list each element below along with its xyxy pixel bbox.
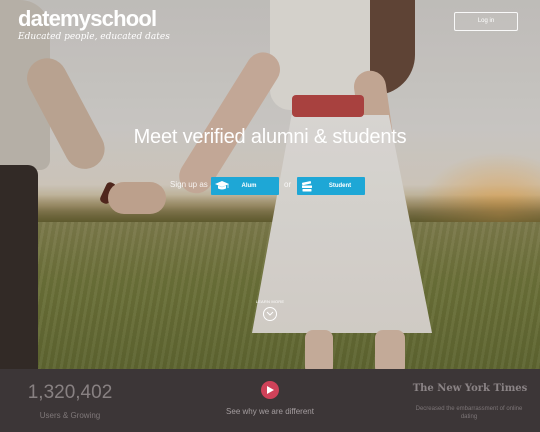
press-quote: Decreased the embarrassment of online da… [415,406,523,420]
signup-row: Sign up as Alum or Student [0,177,540,195]
video-play-button[interactable] [261,381,279,399]
signup-alum-button[interactable]: Alum [211,177,279,195]
or-label: or [284,180,292,189]
video-label[interactable]: See why we are different [200,407,340,416]
learn-more-label[interactable]: LEARN MORE [0,299,540,304]
signup-as-label: Sign up as [170,180,208,189]
user-count: 1,320,402 [27,382,113,403]
hero-headline: Meet verified alumni & students [133,126,407,148]
alum-label: Alum [241,183,257,189]
stats-bar: 1,320,402 Users & Growing See why we are… [0,369,540,432]
user-count-label: Users & Growing [39,411,101,420]
learn-more-button[interactable] [263,307,277,321]
signup-student-button[interactable]: Student [297,177,365,195]
logo[interactable]: datemyschool [18,6,157,32]
login-button[interactable]: Log in [454,12,518,31]
student-label: Student [328,183,352,189]
press-logo: The New York Times [412,383,528,394]
tagline: Educated people, educated dates [18,32,170,42]
